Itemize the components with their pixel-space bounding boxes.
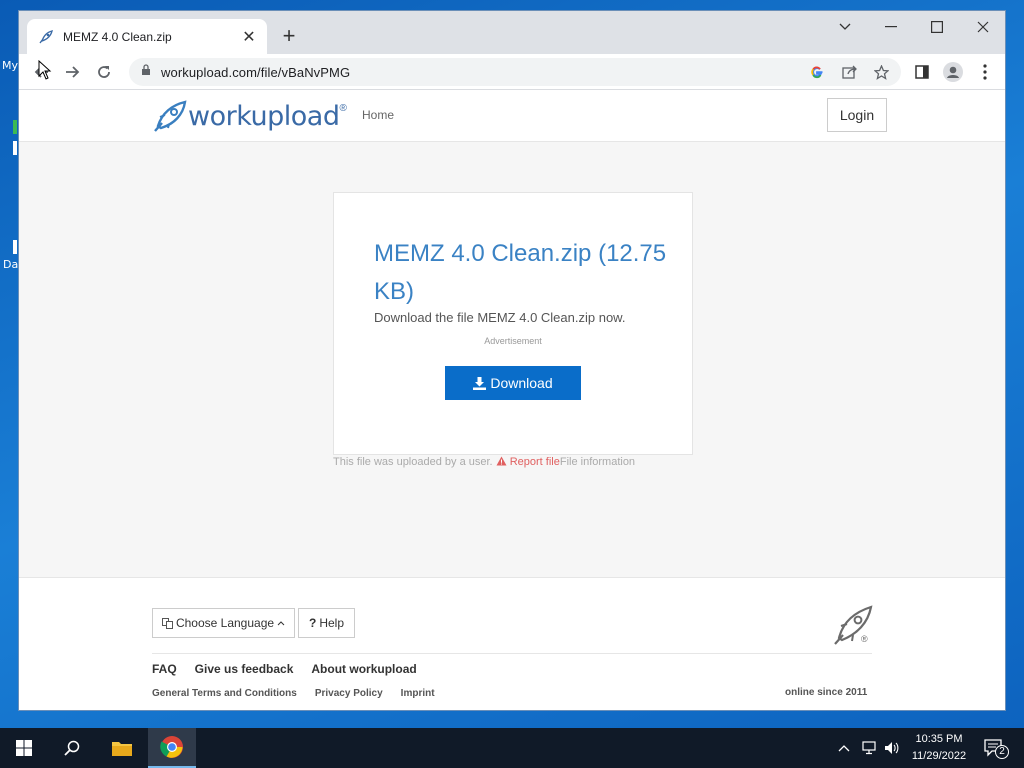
rocket-registered-mark: ® xyxy=(861,634,868,644)
desktop-icon-fragment[interactable] xyxy=(13,141,17,155)
windows-icon xyxy=(16,740,32,756)
rocket-logo-icon xyxy=(154,100,187,132)
logo-text: workupload xyxy=(188,100,340,132)
chevron-down-icon[interactable] xyxy=(822,11,868,43)
browser-toolbar: workupload.com/file/vBaNvPMG xyxy=(19,54,1005,90)
share-icon[interactable] xyxy=(839,62,859,82)
file-meta-line: This file was uploaded by a user. Report… xyxy=(333,456,635,468)
start-button[interactable] xyxy=(0,728,48,768)
faq-link[interactable]: FAQ xyxy=(152,662,177,676)
lock-icon[interactable] xyxy=(141,63,151,81)
notification-count: 2 xyxy=(995,745,1009,759)
address-bar[interactable]: workupload.com/file/vBaNvPMG xyxy=(129,58,901,86)
question-icon: ? xyxy=(308,616,317,630)
download-label: Download xyxy=(490,375,553,391)
close-icon[interactable] xyxy=(960,11,1005,43)
browser-window: MEMZ 4.0 Clean.zip ✕ + workupload.com/fi… xyxy=(18,10,1006,711)
new-tab-button[interactable]: + xyxy=(277,25,301,49)
report-file-text: Report file xyxy=(509,456,560,468)
rocket-icon: ® xyxy=(831,604,875,648)
chrome-icon xyxy=(160,736,183,758)
warning-icon xyxy=(496,456,507,466)
rocket-icon xyxy=(37,28,55,46)
imprint-link[interactable]: Imprint xyxy=(401,688,435,699)
logo-registered-mark: ® xyxy=(339,102,347,114)
file-information-link[interactable]: File information xyxy=(560,456,635,468)
nav-home-link[interactable]: Home xyxy=(362,108,394,122)
tab-title: MEMZ 4.0 Clean.zip xyxy=(63,29,172,44)
chrome-taskbar-button[interactable] xyxy=(148,728,196,768)
maximize-icon[interactable] xyxy=(914,11,960,43)
choose-language-button[interactable]: Choose Language xyxy=(152,608,295,638)
online-since-text: online since 2011 xyxy=(785,687,868,698)
tab-close-icon[interactable]: ✕ xyxy=(241,27,257,47)
search-button[interactable] xyxy=(48,728,96,768)
download-icon xyxy=(473,376,487,390)
workupload-logo[interactable]: workupload ® xyxy=(152,99,347,133)
clock-date: 11/29/2022 xyxy=(911,750,967,762)
volume-icon[interactable] xyxy=(884,728,900,768)
file-description: Download the file MEMZ 4.0 Clean.zip now… xyxy=(374,310,626,325)
choose-language-label: Choose Language xyxy=(175,616,275,630)
uploaded-by-text: This file was uploaded by a user. xyxy=(333,456,493,468)
notification-center-button[interactable]: 2 xyxy=(982,736,1009,760)
tab-strip: MEMZ 4.0 Clean.zip ✕ + xyxy=(19,11,1005,54)
bookmark-star-icon[interactable] xyxy=(871,62,891,82)
advertisement-label: Advertisement xyxy=(484,336,542,346)
network-icon[interactable] xyxy=(862,728,878,768)
search-icon xyxy=(64,740,80,756)
mouse-cursor-icon xyxy=(38,60,52,80)
side-panel-icon[interactable] xyxy=(909,59,935,85)
clock[interactable]: 10:35 PM 11/29/2022 xyxy=(904,731,974,765)
site-header: workupload ® Home Login xyxy=(19,91,1005,142)
about-link[interactable]: About workupload xyxy=(311,662,416,676)
minimize-icon[interactable] xyxy=(868,11,914,43)
clock-time: 10:35 PM xyxy=(915,733,963,745)
url-text[interactable]: workupload.com/file/vBaNvPMG xyxy=(161,65,350,80)
help-label: Help xyxy=(319,616,345,630)
google-icon[interactable] xyxy=(807,62,827,82)
file-title: MEMZ 4.0 Clean.zip (12.75 KB) xyxy=(374,240,667,305)
desktop-icon-fragment[interactable] xyxy=(13,120,17,134)
chevron-up-icon xyxy=(277,620,285,625)
login-button[interactable]: Login xyxy=(827,98,887,132)
desktop-icon-label[interactable]: My xyxy=(2,59,18,72)
feedback-link[interactable]: Give us feedback xyxy=(195,662,294,676)
site-footer: Choose Language ? Help ® FAQ Give us fee… xyxy=(19,577,1005,710)
reload-button[interactable] xyxy=(91,59,117,85)
footer-links: FAQ Give us feedback About workupload xyxy=(152,662,417,676)
footer-legal-links: General Terms and Conditions Privacy Pol… xyxy=(152,688,435,699)
terms-link[interactable]: General Terms and Conditions xyxy=(152,688,297,699)
browser-tab[interactable]: MEMZ 4.0 Clean.zip ✕ xyxy=(27,19,267,54)
help-button[interactable]: ? Help xyxy=(298,608,355,638)
web-page: workupload ® Home Login MEMZ 4.0 Clean.z… xyxy=(19,91,1005,710)
report-file-link[interactable]: Report file xyxy=(496,456,560,468)
footer-divider xyxy=(152,653,872,654)
download-button[interactable]: Download xyxy=(445,366,581,400)
taskbar: 10:35 PM 11/29/2022 2 xyxy=(0,728,1024,768)
forward-button[interactable] xyxy=(59,59,85,85)
profile-avatar-icon[interactable] xyxy=(940,59,966,85)
file-card: MEMZ 4.0 Clean.zip (12.75 KB) Download t… xyxy=(333,192,693,455)
folder-icon xyxy=(112,742,132,756)
show-hidden-icons-chevron[interactable] xyxy=(838,728,850,768)
menu-kebab-icon[interactable] xyxy=(972,59,998,85)
translate-icon xyxy=(161,617,173,629)
privacy-link[interactable]: Privacy Policy xyxy=(315,688,383,699)
desktop-icon-fragment[interactable] xyxy=(13,240,17,254)
file-explorer-button[interactable] xyxy=(98,728,146,768)
desktop-icon-label[interactable]: Da xyxy=(3,258,18,271)
